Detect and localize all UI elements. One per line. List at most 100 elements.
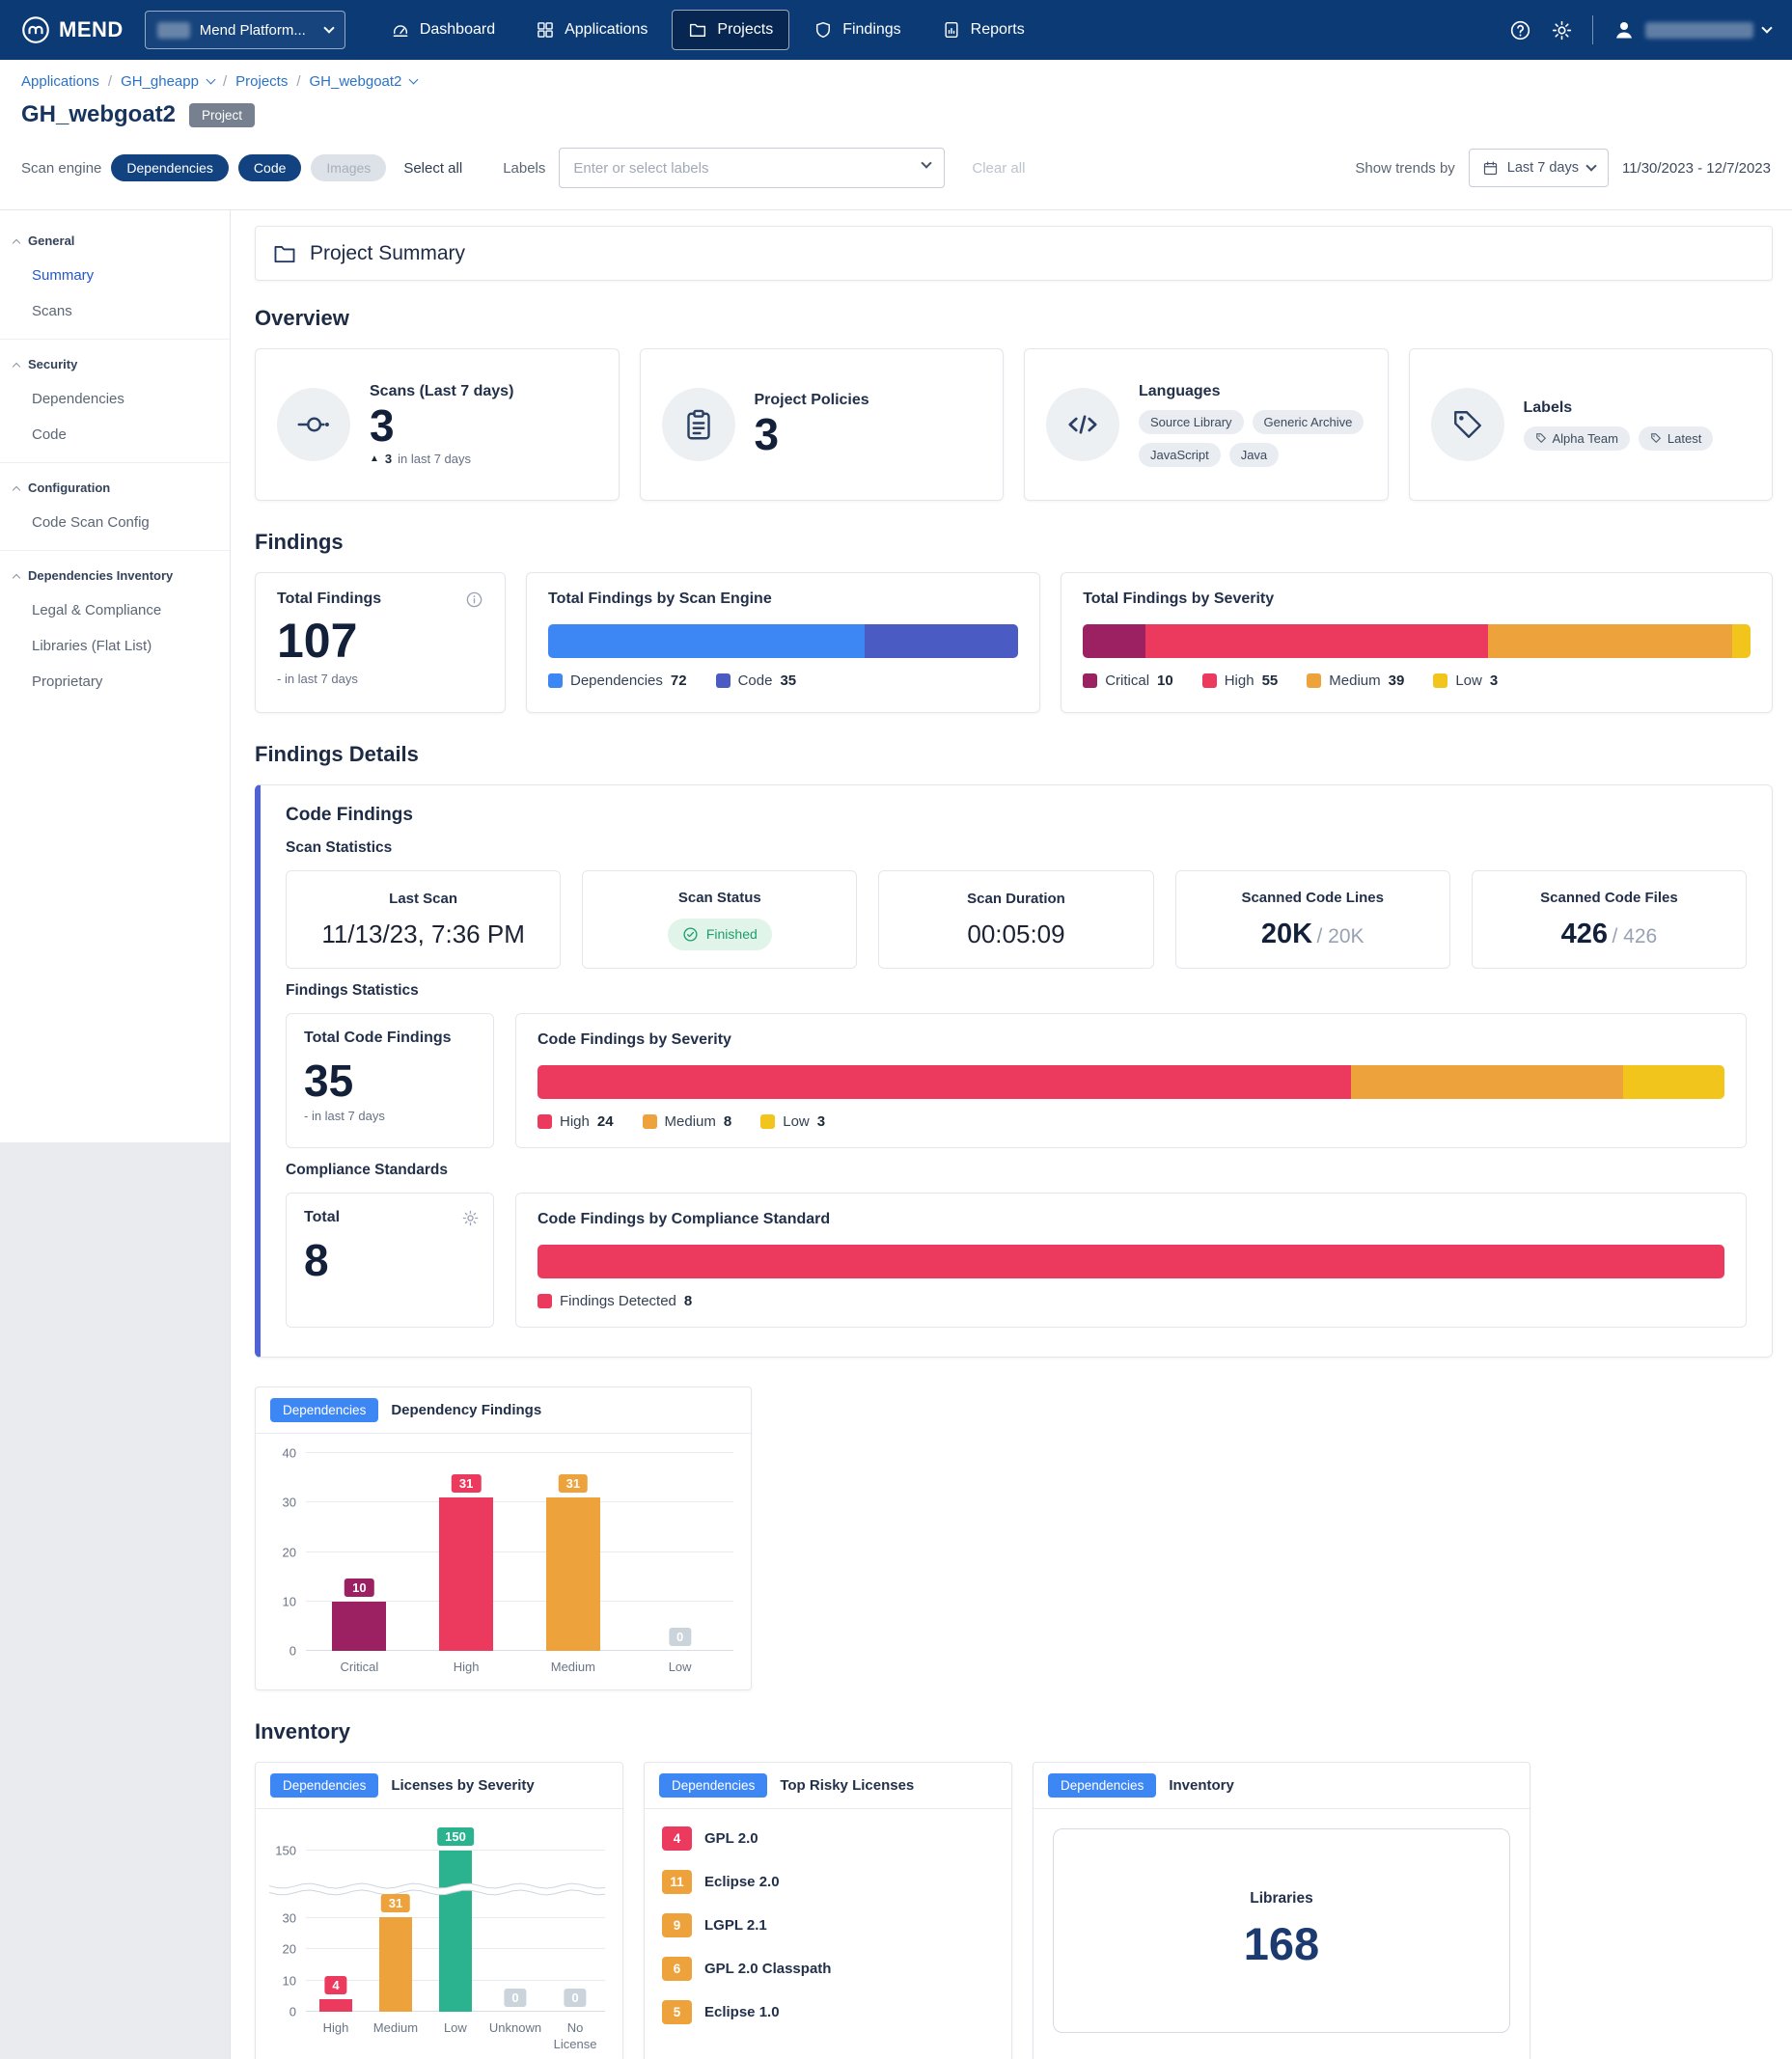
chevron-down-icon[interactable] xyxy=(409,75,419,85)
license-count-badge: 6 xyxy=(662,1957,692,1981)
settings-gear-button[interactable] xyxy=(461,1209,480,1227)
select-all-link[interactable]: Select all xyxy=(403,160,462,177)
date-range-dropdown[interactable]: Last 7 days xyxy=(1469,149,1609,187)
x-tick-label: Low xyxy=(626,1660,733,1676)
scanned-code-files-card: Scanned Code Files 426 / 426 xyxy=(1472,870,1747,969)
languages-card: Languages Source LibraryGeneric ArchiveJ… xyxy=(1024,348,1389,501)
bar-column-low: 150 xyxy=(426,1828,485,2012)
sidebar-item-summary[interactable]: Summary xyxy=(0,258,230,293)
tag-java[interactable]: Java xyxy=(1229,443,1279,467)
scanned-files-value: 426 xyxy=(1561,919,1608,949)
scans-trend: ▲ 3 in last 7 days xyxy=(370,452,513,466)
legend-swatch xyxy=(760,1114,775,1129)
license-count-badge: 5 xyxy=(662,2000,692,2024)
bar-high[interactable] xyxy=(319,1999,352,2012)
dependency-findings-title: Dependency Findings xyxy=(391,1402,541,1418)
by-engine-stacked-bar xyxy=(548,624,1018,658)
y-tick-label: 0 xyxy=(289,2004,296,2018)
bar-high[interactable] xyxy=(439,1497,493,1651)
breadcrumb-projects[interactable]: Projects xyxy=(235,73,288,90)
chevron-up-icon xyxy=(13,485,20,493)
page-header: Applications / GH_gheapp / Projects / GH… xyxy=(0,60,1792,210)
project-policies-card: Project Policies 3 xyxy=(640,348,1005,501)
sidebar-item-code-scan-config[interactable]: Code Scan Config xyxy=(0,505,230,540)
info-icon[interactable] xyxy=(465,590,483,609)
legend-label: Low xyxy=(1455,673,1482,689)
engine-pill-dependencies[interactable]: Dependencies xyxy=(111,154,229,181)
breadcrumb-applications[interactable]: Applications xyxy=(21,73,99,90)
mend-logo[interactable]: MEND xyxy=(21,15,124,44)
plot-area: 1031310 xyxy=(306,1453,733,1651)
navbar-divider xyxy=(1592,15,1593,44)
license-row-eclipse-2-0[interactable]: 11Eclipse 2.0 xyxy=(650,1860,1006,1904)
bar-critical[interactable] xyxy=(332,1602,386,1651)
bar-segment-findings-detected xyxy=(538,1245,1724,1278)
tag-latest[interactable]: Latest xyxy=(1639,426,1713,451)
scan-statistics-cards: Last Scan 11/13/23, 7:36 PM Scan Status … xyxy=(286,870,1747,969)
org-selector-dropdown[interactable]: Mend Platform... xyxy=(145,11,345,49)
engine-pill-code[interactable]: Code xyxy=(238,154,301,181)
license-row-gpl-2-0[interactable]: 4GPL 2.0 xyxy=(650,1817,1006,1860)
labels-input[interactable] xyxy=(559,148,945,188)
sidebar-item-dependencies[interactable]: Dependencies xyxy=(0,381,230,417)
nav-item-findings[interactable]: Findings xyxy=(797,10,917,50)
legend-swatch xyxy=(1307,673,1321,688)
nav-item-dashboard[interactable]: Dashboard xyxy=(374,10,511,50)
legend-swatch xyxy=(548,673,563,688)
findings-details-heading: Findings Details xyxy=(255,742,1773,767)
labels-card: Labels Alpha Team Latest xyxy=(1409,348,1774,501)
legend-value: 3 xyxy=(1490,673,1498,689)
breadcrumb-project-name[interactable]: GH_webgoat2 xyxy=(310,73,402,90)
sidebar-section-header-dependencies-inventory[interactable]: Dependencies Inventory xyxy=(0,559,230,592)
bar-medium[interactable] xyxy=(379,1917,412,2011)
bar-column-unknown: 0 xyxy=(485,1828,545,2012)
sidebar-item-code[interactable]: Code xyxy=(0,417,230,453)
help-button[interactable] xyxy=(1509,19,1531,41)
tag-source-library[interactable]: Source Library xyxy=(1139,410,1244,434)
sidebar-item-proprietary[interactable]: Proprietary xyxy=(0,664,230,700)
libraries-count-box[interactable]: Libraries 168 xyxy=(1053,1828,1510,2033)
findings-statistics-row: Total Code Findings 35 - in last 7 days … xyxy=(286,1013,1747,1148)
main-content: Project Summary Overview Scans (Last 7 d… xyxy=(231,210,1792,2059)
bar-medium[interactable] xyxy=(546,1497,600,1651)
clear-all-link[interactable]: Clear all xyxy=(972,160,1025,177)
breadcrumb-application-name[interactable]: GH_gheapp xyxy=(121,73,199,90)
sidebar-item-libraries-flat-list[interactable]: Libraries (Flat List) xyxy=(0,628,230,664)
scans-icon-circle xyxy=(277,388,350,461)
bar-low[interactable] xyxy=(439,1851,472,2012)
bar-segment-high xyxy=(538,1065,1351,1099)
sidebar-section-dependencies-inventory: Dependencies InventoryLegal & Compliance… xyxy=(0,550,230,709)
app-root: MEND Mend Platform... Dashboard Applicat… xyxy=(0,0,1792,2059)
nav-item-projects[interactable]: Projects xyxy=(672,10,789,50)
settings-button[interactable] xyxy=(1551,19,1573,41)
tag-generic-archive[interactable]: Generic Archive xyxy=(1253,410,1365,434)
sidebar-section-header-configuration[interactable]: Configuration xyxy=(0,471,230,505)
license-row-lgpl-2-1[interactable]: 9LGPL 2.1 xyxy=(650,1904,1006,1947)
chevron-down-icon[interactable] xyxy=(207,75,216,85)
risky-licenses-title: Top Risky Licenses xyxy=(780,1777,914,1794)
tag-javascript[interactable]: JavaScript xyxy=(1139,443,1221,467)
user-menu[interactable] xyxy=(1613,18,1771,41)
labels-label: Labels xyxy=(503,160,545,177)
sidebar-section-header-security[interactable]: Security xyxy=(0,347,230,381)
engine-pill-images[interactable]: Images xyxy=(311,154,386,181)
nav-item-label: Reports xyxy=(971,21,1025,39)
legend-swatch xyxy=(643,1114,657,1129)
license-row-eclipse-1-0[interactable]: 5Eclipse 1.0 xyxy=(650,1990,1006,2034)
legend-item-medium: Medium39 xyxy=(1307,673,1404,689)
sidebar-item-scans[interactable]: Scans xyxy=(0,293,230,329)
labels-card-title: Labels xyxy=(1524,399,1714,417)
overview-cards: Scans (Last 7 days) 3 ▲ 3 in last 7 days xyxy=(255,348,1773,501)
license-name: GPL 2.0 Classpath xyxy=(704,1961,831,1977)
nav-item-applications[interactable]: Applications xyxy=(519,10,664,50)
license-row-gpl-2-0-classpath[interactable]: 6 GPL 2.0 Classpath xyxy=(650,1947,1006,1990)
page-title: GH_webgoat2 xyxy=(21,101,176,128)
findings-statistics-title: Findings Statistics xyxy=(286,982,1747,1000)
sidebar-item-legal-compliance[interactable]: Legal & Compliance xyxy=(0,592,230,628)
bar-column-medium: 31 xyxy=(520,1453,627,1651)
tag-alpha-team[interactable]: Alpha Team xyxy=(1524,426,1630,451)
x-tick-label: Low xyxy=(426,2020,485,2053)
bar-segment-high xyxy=(1145,624,1489,658)
sidebar-section-header-general[interactable]: General xyxy=(0,224,230,258)
nav-item-reports[interactable]: Reports xyxy=(925,10,1041,50)
